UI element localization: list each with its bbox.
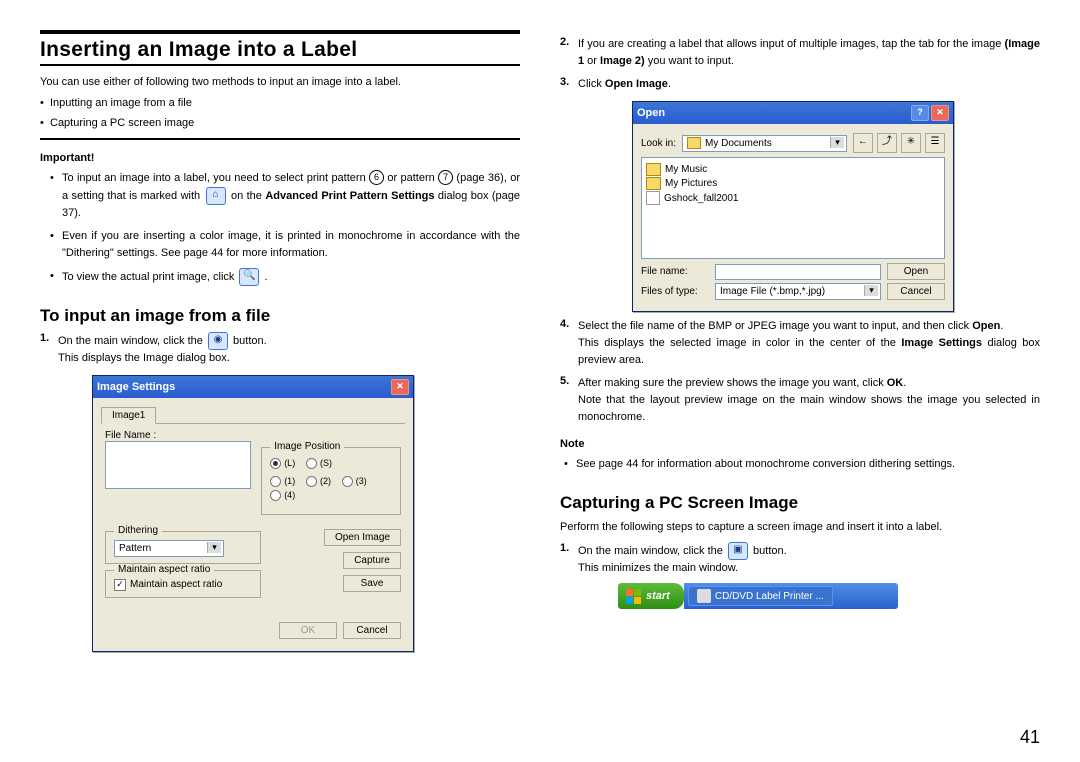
up-icon[interactable]: ⤴ bbox=[877, 133, 897, 153]
method-item: Inputting an image from a file bbox=[40, 95, 520, 112]
circled-7-icon: 7 bbox=[438, 170, 453, 185]
filename-input[interactable] bbox=[715, 264, 881, 280]
dithering-legend: Dithering bbox=[114, 525, 162, 536]
tab-image1[interactable]: Image1 bbox=[101, 407, 156, 424]
close-icon[interactable]: ✕ bbox=[931, 105, 949, 121]
subheading-input-file: To input an image from a file bbox=[40, 306, 520, 326]
step-number: 4. bbox=[560, 318, 574, 369]
open-image-button[interactable]: Open Image bbox=[324, 529, 401, 546]
magnifier-icon: 🔍 bbox=[239, 268, 259, 286]
step-2: 2. If you are creating a label that allo… bbox=[560, 36, 1040, 70]
camera-icon: ⌂ bbox=[206, 187, 226, 205]
step-3: 3. Click Open Image. bbox=[560, 76, 1040, 93]
subheading-capture: Capturing a PC Screen Image bbox=[560, 493, 1040, 513]
step-number: 5. bbox=[560, 375, 574, 426]
method-item: Capturing a PC screen image bbox=[40, 115, 520, 132]
open-dialog: Open ? ✕ Look in: My Documents ← ⤴ ✳ ☰ bbox=[632, 101, 954, 312]
capture-button[interactable]: Capture bbox=[343, 552, 401, 569]
ok-button[interactable]: OK bbox=[279, 622, 337, 639]
image-position-legend: Image Position bbox=[270, 441, 344, 452]
file-name-label: File Name : bbox=[105, 430, 401, 441]
aspect-legend: Maintain aspect ratio bbox=[114, 564, 214, 575]
help-icon[interactable]: ? bbox=[911, 105, 929, 121]
step-number: 2. bbox=[560, 36, 574, 70]
important-label: Important! bbox=[40, 152, 520, 164]
camera-button-icon: ◉ bbox=[208, 332, 228, 350]
step-number: 1. bbox=[40, 332, 54, 367]
capture-button-icon: ▣ bbox=[728, 542, 748, 560]
radio-pos[interactable]: (4) bbox=[270, 490, 295, 501]
radio-pos[interactable]: (S) bbox=[306, 458, 332, 469]
step-1b: 1. On the main window, click the ▣ butto… bbox=[560, 542, 1040, 577]
back-icon[interactable]: ← bbox=[853, 133, 873, 153]
dialog-title: Image Settings bbox=[97, 381, 175, 393]
page-heading-left: Inserting an Image into a Label bbox=[40, 30, 520, 66]
filename-label: File name: bbox=[641, 266, 709, 277]
lookin-select[interactable]: My Documents bbox=[682, 135, 847, 152]
new-folder-icon[interactable]: ✳ bbox=[901, 133, 921, 153]
intro-text: You can use either of following two meth… bbox=[40, 74, 520, 91]
radio-pos[interactable]: (3) bbox=[342, 476, 367, 487]
windows-logo-icon bbox=[626, 589, 641, 604]
file-list[interactable]: My Music My Pictures Gshock_fall2001 bbox=[641, 157, 945, 259]
close-icon[interactable]: ✕ bbox=[391, 379, 409, 395]
app-icon bbox=[697, 589, 711, 603]
folder-icon bbox=[646, 177, 661, 190]
capture-intro: Perform the following steps to capture a… bbox=[560, 519, 1040, 536]
divider bbox=[40, 138, 520, 140]
radio-pos[interactable]: (L) bbox=[270, 458, 295, 469]
list-item[interactable]: Gshock_fall2001 bbox=[646, 191, 940, 205]
step-number: 1. bbox=[560, 542, 574, 577]
circled-6-icon: 6 bbox=[369, 170, 384, 185]
image-settings-dialog: Image Settings ✕ Image1 File Name : Imag… bbox=[92, 375, 414, 652]
folder-icon bbox=[646, 163, 661, 176]
lookin-label: Look in: bbox=[641, 138, 676, 149]
taskbar-app-button[interactable]: CD/DVD Label Printer ... bbox=[688, 586, 833, 606]
note-item: See page 44 for information about monoch… bbox=[564, 456, 1040, 473]
aspect-checkbox[interactable]: ✓Maintain aspect ratio bbox=[114, 579, 222, 591]
filetype-label: Files of type: bbox=[641, 286, 709, 297]
open-button[interactable]: Open bbox=[887, 263, 945, 280]
step-4: 4. Select the file name of the BMP or JP… bbox=[560, 318, 1040, 369]
dithering-select[interactable]: Pattern bbox=[114, 540, 224, 557]
file-name-preview[interactable] bbox=[105, 441, 251, 489]
important-item: To input an image into a label, you need… bbox=[50, 170, 520, 222]
start-button[interactable]: start bbox=[618, 583, 684, 609]
step-5: 5. After making sure the preview shows t… bbox=[560, 375, 1040, 426]
open-dialog-title: Open bbox=[637, 107, 665, 119]
list-item[interactable]: My Pictures bbox=[646, 177, 940, 190]
views-icon[interactable]: ☰ bbox=[925, 133, 945, 153]
cancel-button[interactable]: Cancel bbox=[887, 283, 945, 300]
taskbar: start CD/DVD Label Printer ... bbox=[618, 583, 898, 609]
save-button[interactable]: Save bbox=[343, 575, 401, 592]
file-icon bbox=[646, 191, 660, 205]
important-item: To view the actual print image, click 🔍 … bbox=[50, 268, 520, 286]
step-1: 1. On the main window, click the ◉ butto… bbox=[40, 332, 520, 367]
note-label: Note bbox=[560, 438, 1040, 450]
cancel-button[interactable]: Cancel bbox=[343, 622, 401, 639]
list-item[interactable]: My Music bbox=[646, 163, 940, 176]
page-number: 41 bbox=[1020, 727, 1040, 748]
radio-pos[interactable]: (2) bbox=[306, 476, 331, 487]
important-item: Even if you are inserting a color image,… bbox=[50, 228, 520, 262]
radio-pos[interactable]: (1) bbox=[270, 476, 295, 487]
filetype-select[interactable]: Image File (*.bmp,*.jpg) bbox=[715, 283, 881, 300]
step-number: 3. bbox=[560, 76, 574, 93]
